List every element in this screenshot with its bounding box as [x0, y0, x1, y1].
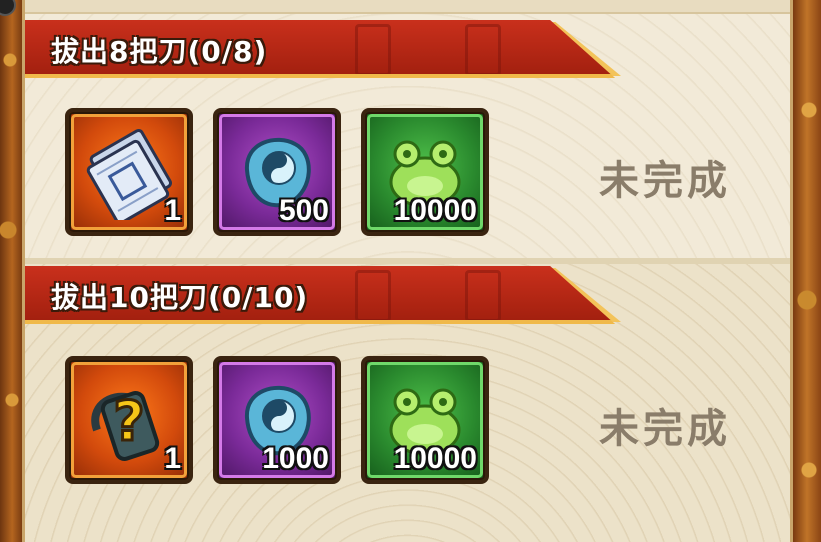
- reward-tile[interactable]: 500: [213, 108, 341, 236]
- reward-tile[interactable]: 1000: [213, 356, 341, 484]
- right-ornate-border: [793, 0, 821, 542]
- reward-tile[interactable]: 10000: [361, 108, 489, 236]
- banner-pattern: [355, 24, 391, 76]
- left-ornate-border: [0, 0, 22, 542]
- panel-top-strip: [25, 0, 790, 14]
- reward-count: 1: [164, 442, 181, 475]
- reward-count: 1: [164, 194, 181, 227]
- quest-2-status: 未完成: [599, 406, 731, 452]
- quest-1-status: 未完成: [599, 158, 731, 204]
- reward-count: 10000: [393, 442, 477, 475]
- reward-tile[interactable]: 1: [65, 108, 193, 236]
- banner-pattern: [465, 270, 501, 322]
- svg-text:?: ?: [113, 390, 144, 453]
- reward-count: 10000: [393, 194, 477, 227]
- reward-tile[interactable]: 10000: [361, 356, 489, 484]
- banner-pattern: [465, 24, 501, 76]
- reward-tile[interactable]: ? 1: [65, 356, 193, 484]
- reward-count: 1000: [262, 442, 329, 475]
- quest-2-title: 拔出10把刀(0/10): [51, 281, 309, 314]
- banner-pattern: [355, 270, 391, 322]
- quest-1-title: 拔出8把刀(0/8): [51, 35, 268, 68]
- reward-count: 500: [278, 194, 329, 227]
- quest-panel: 拔出8把刀(0/8) 1 500 10000 未完成 拔出10把刀(0/10) …: [22, 0, 793, 542]
